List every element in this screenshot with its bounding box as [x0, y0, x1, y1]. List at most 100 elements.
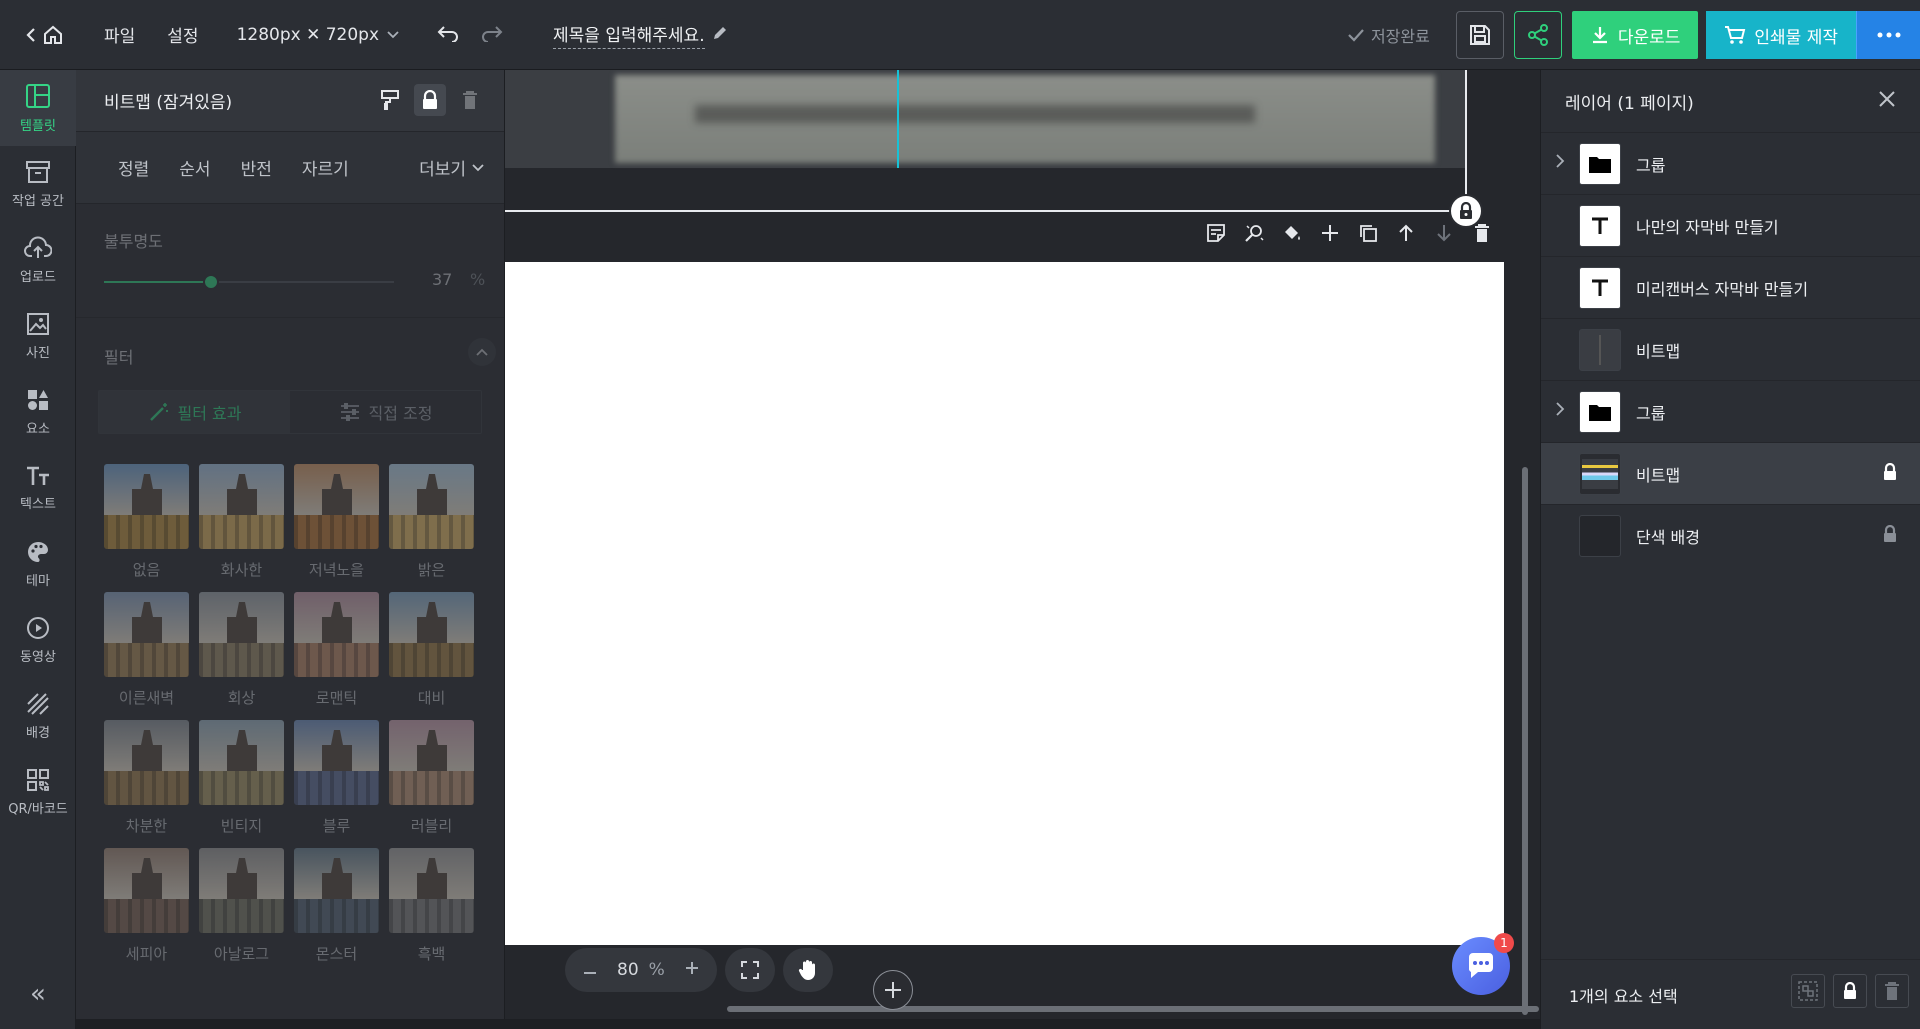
tab-filter-effects[interactable]: 필터 효과	[99, 391, 290, 433]
menu-settings[interactable]: 설정	[167, 22, 198, 47]
filter-option[interactable]: 밝은	[389, 464, 474, 580]
layer-row[interactable]: 비트맵	[1541, 318, 1920, 380]
close-layers-button[interactable]	[1878, 90, 1896, 112]
download-button[interactable]: 다운로드	[1571, 11, 1699, 59]
opacity-slider[interactable]: 37 %	[76, 262, 504, 302]
layer-lock-toggle[interactable]	[1882, 524, 1898, 547]
lock-icon	[1460, 202, 1472, 219]
page-note-button[interactable]	[1205, 222, 1227, 244]
filter-option[interactable]: 회상	[199, 592, 284, 708]
zoom-out-button[interactable]	[583, 960, 597, 980]
vertical-scrollbar[interactable]	[1522, 467, 1528, 1015]
duplicate-icon	[1360, 225, 1377, 242]
page-move-up-button[interactable]	[1395, 222, 1417, 244]
filter-option[interactable]: 세피아	[104, 848, 189, 964]
edit-title-button[interactable]	[711, 24, 729, 46]
nav-qr[interactable]: QR/바코드	[0, 754, 76, 830]
filter-option[interactable]: 블루	[294, 720, 379, 836]
tab-align[interactable]: 정렬	[118, 155, 149, 180]
page-delete-button[interactable]	[1471, 222, 1493, 244]
filter-option[interactable]: 차분한	[104, 720, 189, 836]
nav-workspace[interactable]: 작업 공간	[0, 146, 76, 222]
page-bg-remove-button[interactable]	[1243, 222, 1265, 244]
opacity-handle[interactable]	[203, 274, 220, 290]
collapse-panel-button[interactable]: «	[0, 979, 76, 1009]
tab-manual-adjust[interactable]: 직접 조정	[290, 391, 481, 433]
lock-button[interactable]	[414, 84, 446, 116]
tab-crop[interactable]: 자르기	[302, 155, 349, 180]
copy-style-button[interactable]	[374, 84, 406, 116]
opacity-value[interactable]: 37	[432, 270, 452, 289]
layer-row[interactable]: 비트맵	[1541, 442, 1920, 504]
delete-button[interactable]	[454, 84, 486, 116]
layer-row[interactable]: 그룹	[1541, 380, 1920, 442]
menu-file[interactable]: 파일	[104, 22, 135, 47]
filter-collapse-button[interactable]	[468, 338, 496, 366]
nav-theme[interactable]: 테마	[0, 526, 76, 602]
expand-chevron-icon[interactable]	[1555, 153, 1565, 173]
zoom-in-button[interactable]	[685, 960, 699, 980]
page-fill-button[interactable]	[1281, 222, 1303, 244]
more-button[interactable]: 더보기	[419, 155, 484, 180]
nav-photo[interactable]: 사진	[0, 298, 76, 374]
filter-option[interactable]: 빈티지	[199, 720, 284, 836]
add-page-button[interactable]	[873, 970, 913, 1010]
undo-button[interactable]	[437, 24, 459, 46]
bitmap-layer[interactable]	[505, 70, 1465, 168]
filter-option[interactable]: 흑백	[389, 848, 474, 964]
filter-option[interactable]: 아날로그	[199, 848, 284, 964]
layer-row[interactable]: 나만의 자막바 만들기	[1541, 194, 1920, 256]
chat-button[interactable]: 1	[1452, 933, 1514, 995]
nav-video[interactable]: 동영상	[0, 602, 76, 678]
save-button[interactable]	[1455, 11, 1504, 59]
layer-row[interactable]: 그룹	[1541, 132, 1920, 194]
filter-option[interactable]: 러블리	[389, 720, 474, 836]
horizontal-scrollbar[interactable]	[727, 1006, 1539, 1012]
tab-order[interactable]: 순서	[179, 155, 210, 180]
layer-row[interactable]: 미리캔버스 자막바 만들기	[1541, 256, 1920, 318]
filter-option[interactable]: 몬스터	[294, 848, 379, 964]
fit-screen-button[interactable]	[724, 948, 775, 992]
canvas-area[interactable]: 80 % 1	[505, 70, 1540, 1019]
expand-chevron-icon[interactable]	[1555, 401, 1565, 421]
filter-label: 흑백	[417, 945, 446, 963]
upload-icon	[24, 236, 52, 258]
filter-option[interactable]: 화사한	[199, 464, 284, 580]
print-button[interactable]: 인쇄물 제작	[1706, 11, 1856, 59]
zoom-value-group[interactable]: 80 %	[617, 960, 665, 980]
home-button[interactable]	[26, 24, 64, 46]
filter-option[interactable]: 없음	[104, 464, 189, 580]
layer-lock-toggle[interactable]	[1882, 462, 1898, 485]
tab-filter-effects-label: 필터 효과	[177, 404, 242, 423]
fullscreen-icon	[740, 961, 759, 979]
filter-option[interactable]: 저녁노을	[294, 464, 379, 580]
page-add-button[interactable]	[1319, 222, 1341, 244]
nav-elements[interactable]: 요소	[0, 374, 76, 450]
filter-option[interactable]: 이른새벽	[104, 592, 189, 708]
nav-text[interactable]: 텍스트	[0, 450, 76, 526]
nav-background[interactable]: 배경	[0, 678, 76, 754]
filter-label: 회상	[227, 689, 256, 707]
lock-selection-button[interactable]	[1833, 974, 1867, 1008]
ungroup-button[interactable]	[1791, 974, 1825, 1008]
share-button[interactable]	[1513, 11, 1562, 59]
plus-icon	[685, 962, 698, 974]
document-title[interactable]: 제목을 입력해주세요.	[553, 21, 705, 49]
nav-template[interactable]: 템플릿	[0, 70, 76, 146]
filter-option[interactable]: 대비	[389, 592, 474, 708]
filter-label: 이른새벽	[118, 689, 175, 707]
opacity-track[interactable]	[104, 274, 394, 290]
filter-option[interactable]: 로맨틱	[294, 592, 379, 708]
hand-tool-button[interactable]	[782, 948, 833, 992]
canvas-page[interactable]	[505, 262, 1504, 945]
layer-row[interactable]: 단색 배경	[1541, 504, 1920, 566]
page-duplicate-button[interactable]	[1357, 222, 1379, 244]
tab-flip[interactable]: 반전	[241, 155, 272, 180]
more-options-button[interactable]	[1856, 11, 1920, 59]
delete-selection-button[interactable]	[1875, 974, 1909, 1008]
canvas-size-select[interactable]: 1280px ✕ 720px	[237, 25, 399, 45]
redo-button[interactable]	[481, 24, 503, 46]
nav-upload[interactable]: 업로드	[0, 222, 76, 298]
filter-preview-image	[104, 720, 189, 805]
page-move-down-button[interactable]	[1433, 222, 1455, 244]
